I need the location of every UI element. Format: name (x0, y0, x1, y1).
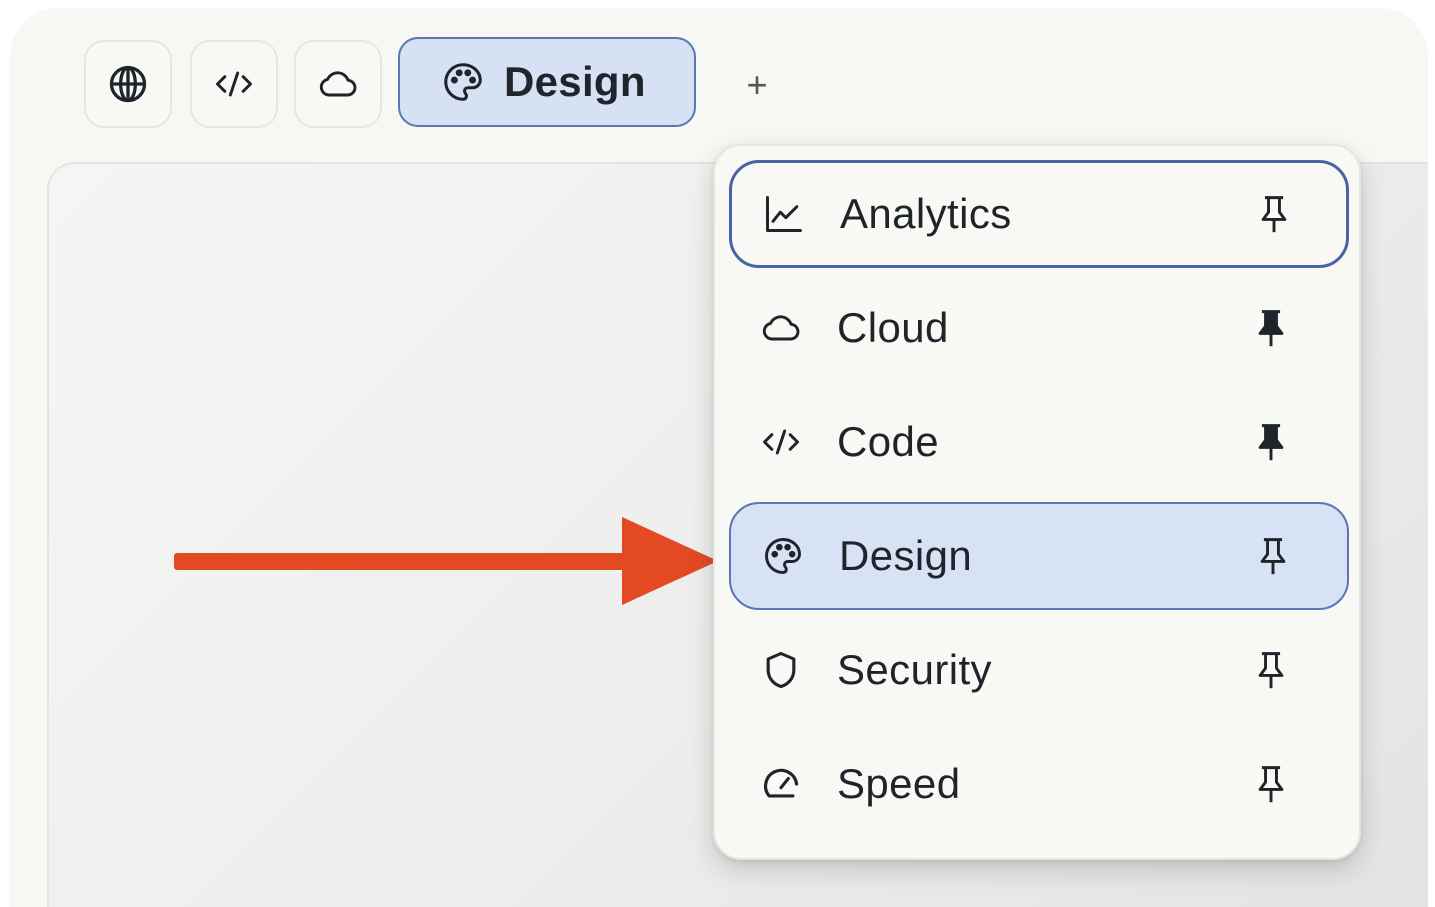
add-tab-button[interactable]: + (730, 58, 784, 112)
cloud-icon (319, 71, 357, 97)
pin-outline-icon[interactable] (1251, 648, 1291, 692)
pin-outline-icon[interactable] (1253, 534, 1293, 578)
app-window: Design + Analytics Cloud Code Design Sec… (10, 8, 1428, 907)
tab-code[interactable] (190, 40, 278, 128)
line-chart-icon (762, 192, 806, 236)
code-icon (216, 71, 252, 97)
palette-icon (444, 63, 482, 101)
menu-item-speed[interactable]: Speed (729, 730, 1349, 838)
tab-design[interactable]: Design (398, 37, 696, 127)
shield-icon (759, 648, 803, 692)
pin-filled-icon[interactable] (1251, 306, 1291, 350)
palette-icon (761, 534, 805, 578)
menu-item-design[interactable]: Design (729, 502, 1349, 610)
pin-outline-icon[interactable] (1251, 762, 1291, 806)
menu-item-label: Design (839, 532, 973, 579)
code-icon (759, 420, 803, 464)
tab-picker-dropdown: Analytics Cloud Code Design Security Spe… (713, 144, 1361, 860)
menu-item-label: Security (837, 646, 992, 693)
pin-filled-icon[interactable] (1251, 420, 1291, 464)
menu-item-label: Cloud (837, 304, 949, 351)
tab-design-label: Design (504, 58, 646, 105)
menu-item-code[interactable]: Code (729, 388, 1349, 496)
menu-item-security[interactable]: Security (729, 616, 1349, 724)
menu-item-label: Analytics (840, 190, 1012, 237)
tab-cloud[interactable] (294, 40, 382, 128)
menu-item-analytics[interactable]: Analytics (729, 160, 1349, 268)
tab-globe[interactable] (84, 40, 172, 128)
gauge-icon (759, 762, 803, 806)
menu-item-label: Code (837, 418, 940, 465)
cloud-icon (759, 306, 803, 350)
menu-item-label: Speed (837, 760, 961, 807)
annotation-arrow-icon (174, 517, 718, 605)
globe-icon (109, 65, 147, 103)
menu-item-cloud[interactable]: Cloud (729, 274, 1349, 382)
pin-outline-icon[interactable] (1254, 192, 1294, 236)
